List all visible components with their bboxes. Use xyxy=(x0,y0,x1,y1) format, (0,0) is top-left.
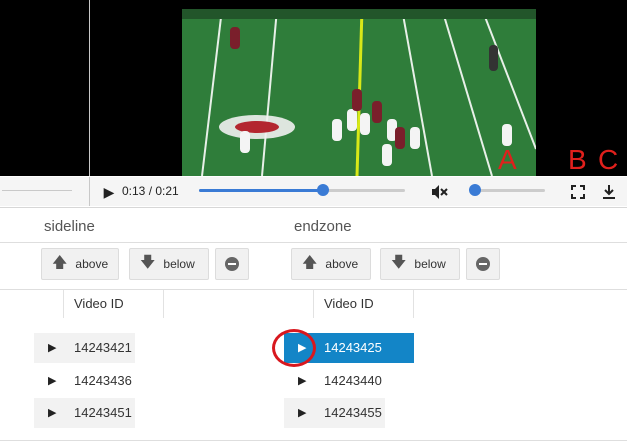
endzone-video[interactable] xyxy=(90,0,627,176)
below-label: below xyxy=(414,257,446,271)
video-id: 14243440 xyxy=(324,373,382,388)
arrow-up-icon: 🡅 xyxy=(302,253,318,271)
play-icon[interactable]: ▶ xyxy=(48,333,56,363)
annotation-circle xyxy=(272,329,316,367)
above-label: above xyxy=(75,257,109,271)
play-icon[interactable]: ▶ xyxy=(48,398,56,428)
above-label: above xyxy=(325,257,359,271)
remove-icon xyxy=(476,257,490,271)
sideline-move-above-button[interactable]: 🡅 above xyxy=(41,248,119,280)
remove-icon xyxy=(225,257,239,271)
download-icon[interactable] xyxy=(600,183,618,201)
arrow-up-icon: 🡅 xyxy=(52,253,68,271)
play-icon[interactable]: ▶ xyxy=(48,366,56,396)
volume-muted-icon[interactable] xyxy=(430,183,448,201)
play-icon[interactable]: ▶ xyxy=(298,366,306,396)
video-id: 14243455 xyxy=(324,405,382,420)
sideline-move-below-button[interactable]: 🡇 below xyxy=(129,248,209,280)
arrow-down-icon: 🡇 xyxy=(140,253,156,271)
fullscreen-icon[interactable] xyxy=(569,183,587,201)
sideline-title: sideline xyxy=(44,218,95,235)
sideline-progress-track[interactable] xyxy=(2,190,72,191)
table-row[interactable]: ▶ 14243451 xyxy=(34,398,135,428)
arrow-down-icon: 🡇 xyxy=(391,253,407,271)
endzone-remove-button[interactable] xyxy=(466,248,500,280)
endzone-move-below-button[interactable]: 🡇 below xyxy=(380,248,460,280)
time-display: 0:13 / 0:21 xyxy=(122,184,179,198)
play-icon[interactable]: ▶ xyxy=(100,183,118,201)
play-icon[interactable]: ▶ xyxy=(298,398,306,428)
progress-fill xyxy=(199,189,323,192)
annotation-a: A xyxy=(498,144,517,175)
progress-handle[interactable] xyxy=(316,184,329,196)
table-row[interactable]: ▶ 14243455 xyxy=(284,398,385,428)
annotation-c: C xyxy=(598,144,619,175)
endzone-move-above-button[interactable]: 🡅 above xyxy=(291,248,371,280)
table-row[interactable]: ▶ 14243436 xyxy=(34,366,135,396)
below-label: below xyxy=(163,257,195,271)
endzone-title: endzone xyxy=(294,218,352,235)
sideline-column-header[interactable]: Video ID xyxy=(74,290,124,318)
volume-track[interactable] xyxy=(471,189,545,192)
video-id: 14243421 xyxy=(74,340,132,355)
annotation-b: B xyxy=(568,144,587,175)
sideline-video[interactable] xyxy=(0,0,90,176)
video-id: 14243436 xyxy=(74,373,132,388)
table-row[interactable]: ▶ 14243421 xyxy=(34,333,135,363)
table-row[interactable]: ▶ 14243440 xyxy=(284,366,385,396)
football-field-frame xyxy=(182,9,536,176)
divider xyxy=(0,207,627,208)
endzone-column-header[interactable]: Video ID xyxy=(324,290,374,318)
video-id: 14243425 xyxy=(324,340,382,355)
video-id: 14243451 xyxy=(74,405,132,420)
sideline-remove-button[interactable] xyxy=(215,248,249,280)
sideline-control-bar xyxy=(0,177,90,206)
volume-handle[interactable] xyxy=(469,184,481,196)
